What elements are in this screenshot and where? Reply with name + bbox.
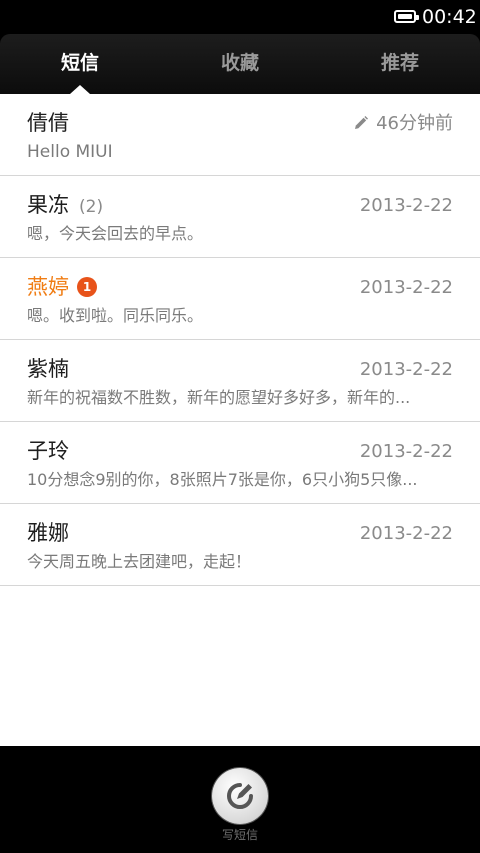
tab-recommended[interactable]: 推荐 xyxy=(320,34,480,94)
conversation-time: 2013-2-22 xyxy=(359,277,453,298)
conversation-row[interactable]: 燕婷 1 2013-2-22 嗯。收到啦。同乐同乐。 xyxy=(0,258,480,340)
contact-name: 燕婷 xyxy=(27,275,69,299)
conversation-time: 2013-2-22 xyxy=(359,441,453,462)
conversation-row[interactable]: 子玲 2013-2-22 10分想念9别的你，8张照片7张是你，6只小狗5只像.… xyxy=(0,422,480,504)
status-bar: 00:42 xyxy=(0,0,480,34)
bottom-bar: 写短信 xyxy=(0,746,480,853)
conversation-time: 2013-2-22 xyxy=(359,359,453,380)
contact-name-wrap: 燕婷 1 xyxy=(27,274,97,300)
conversation-time: 2013-2-22 xyxy=(359,195,453,216)
conversation-time: 46分钟前 xyxy=(354,113,453,135)
status-time: 00:42 xyxy=(422,6,477,28)
message-preview: 嗯。收到啦。同乐同乐。 xyxy=(27,306,204,325)
contact-name: 雅娜 xyxy=(27,521,69,545)
conversation-row[interactable]: 紫楠 2013-2-22 新年的祝福数不胜数，新年的愿望好多好多，新年的... xyxy=(0,340,480,422)
tab-bar: 短信 收藏 推荐 xyxy=(0,34,480,94)
conversation-list: 倩倩 46分钟前 Hello MIUI 果冻 (2) 2013-2-22 嗯，今天… xyxy=(0,94,480,746)
contact-name: 子玲 xyxy=(27,439,69,463)
battery-icon xyxy=(394,10,419,23)
conversation-row[interactable]: 雅娜 2013-2-22 今天周五晚上去团建吧，走起！ xyxy=(0,504,480,586)
contact-name: 倩倩 xyxy=(27,111,69,135)
conversation-time-text: 46分钟前 xyxy=(376,113,453,134)
contact-name: 紫楠 xyxy=(27,357,69,381)
compose-label: 写短信 xyxy=(221,828,258,842)
compose-icon xyxy=(227,783,253,809)
contact-name: 果冻 xyxy=(27,193,69,217)
tab-favorites[interactable]: 收藏 xyxy=(160,34,320,94)
screen: 00:42 短信 收藏 推荐 倩倩 46分钟前 Hello MIUI 果冻 (2)… xyxy=(0,0,480,853)
compose-button[interactable] xyxy=(212,768,268,824)
active-tab-indicator xyxy=(70,85,90,94)
pencil-icon xyxy=(355,116,369,129)
contact-name-wrap: 果冻 (2) xyxy=(27,192,103,220)
message-preview: 新年的祝福数不胜数，新年的愿望好多好多，新年的... xyxy=(27,388,411,407)
message-preview: 今天周五晚上去团建吧，走起！ xyxy=(27,552,252,571)
conversation-time: 2013-2-22 xyxy=(359,523,453,544)
message-preview: 嗯，今天会回去的早点。 xyxy=(27,224,204,243)
message-preview: Hello MIUI xyxy=(27,142,113,162)
message-count: (2) xyxy=(79,197,104,217)
conversation-row[interactable]: 果冻 (2) 2013-2-22 嗯，今天会回去的早点。 xyxy=(0,176,480,258)
unread-badge: 1 xyxy=(77,277,97,297)
conversation-row[interactable]: 倩倩 46分钟前 Hello MIUI xyxy=(0,94,480,176)
message-preview: 10分想念9别的你，8张照片7张是你，6只小狗5只像... xyxy=(27,470,418,489)
